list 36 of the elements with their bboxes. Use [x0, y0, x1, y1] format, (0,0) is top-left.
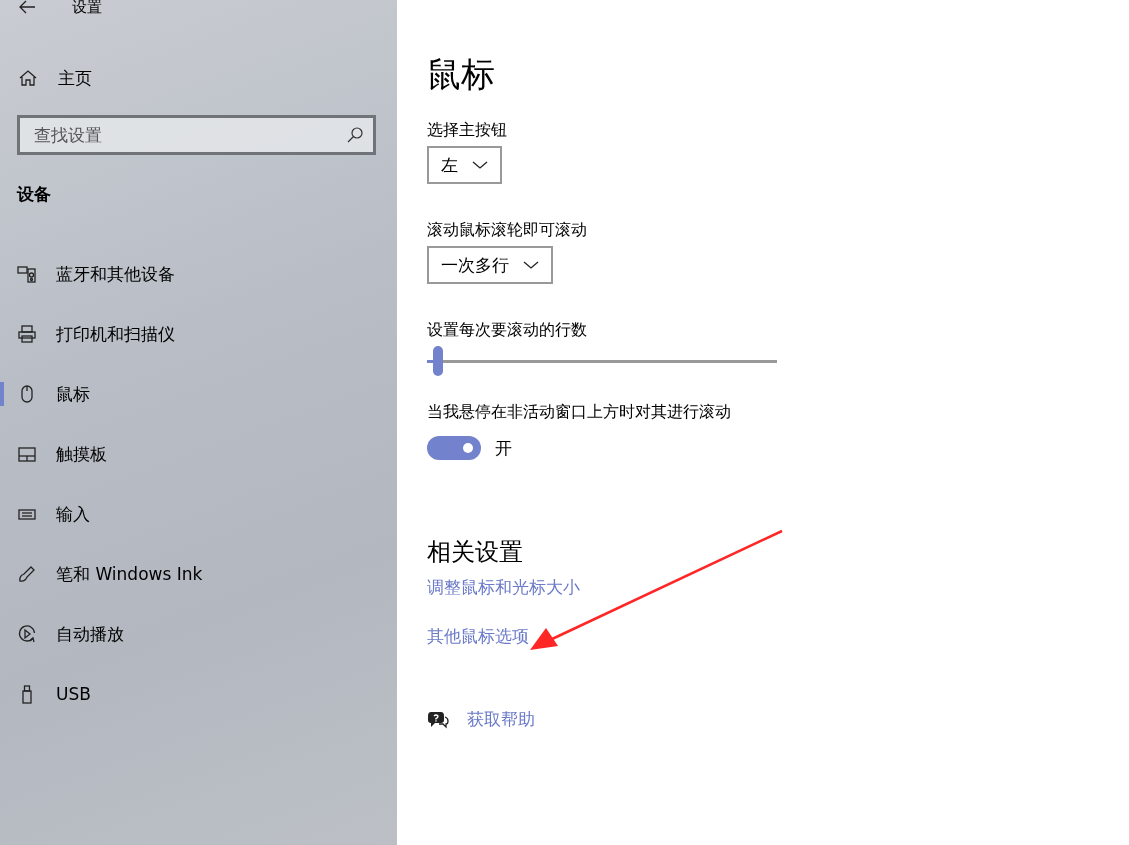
setting-label: 选择主按钮 — [427, 120, 508, 141]
toggle-state: 开 — [495, 436, 512, 460]
nav-item[interactable]: 蓝牙和其他设备 — [0, 244, 397, 304]
nav-item[interactable]: 触摸板 — [0, 424, 397, 484]
section-heading: 设备 — [17, 183, 52, 206]
back-icon[interactable] — [18, 0, 36, 14]
settings-link[interactable]: 调整鼠标和光标大小 — [427, 576, 580, 599]
nav-item[interactable]: 输入 — [0, 484, 397, 544]
printer-icon — [17, 324, 37, 344]
nav-item[interactable]: 打印机和扫描仪 — [0, 304, 397, 364]
setting-label: 当我悬停在非活动窗口上方时对其进行滚动 — [427, 402, 732, 423]
pen-icon — [17, 564, 37, 584]
setting-label: 设置每次要滚动的行数 — [427, 320, 588, 341]
home-link[interactable]: 主页 — [58, 66, 92, 90]
keyboard-speaker-icon — [17, 264, 37, 284]
play-circle-icon — [17, 624, 37, 644]
nav-item[interactable]: 自动播放 — [0, 604, 397, 664]
chevron-down-icon — [472, 160, 488, 170]
dropdown[interactable]: 左 — [427, 146, 502, 184]
nav-item[interactable]: USB — [0, 664, 397, 724]
window-title: 设置 — [72, 0, 102, 14]
page-title: 鼠标 — [427, 53, 496, 96]
chevron-down-icon — [523, 260, 539, 270]
section-heading: 相关设置 — [427, 537, 524, 568]
help-link[interactable]: 获取帮助 — [467, 708, 535, 731]
setting-label: 滚动鼠标滚轮即可滚动 — [427, 220, 588, 241]
search-field[interactable]: 查找设置 — [17, 115, 376, 155]
touchpad-icon — [17, 444, 37, 464]
dropdown[interactable]: 一次多行 — [427, 246, 553, 284]
nav-item[interactable]: 鼠标 — [0, 364, 397, 424]
toggle-switch[interactable] — [427, 436, 481, 460]
home-icon[interactable] — [18, 68, 38, 88]
help-chat-icon — [427, 709, 449, 730]
search-icon[interactable] — [346, 126, 364, 144]
settings-link[interactable]: 其他鼠标选项 — [427, 625, 529, 648]
nav-item[interactable]: 笔和 Windows Ink — [0, 544, 397, 604]
